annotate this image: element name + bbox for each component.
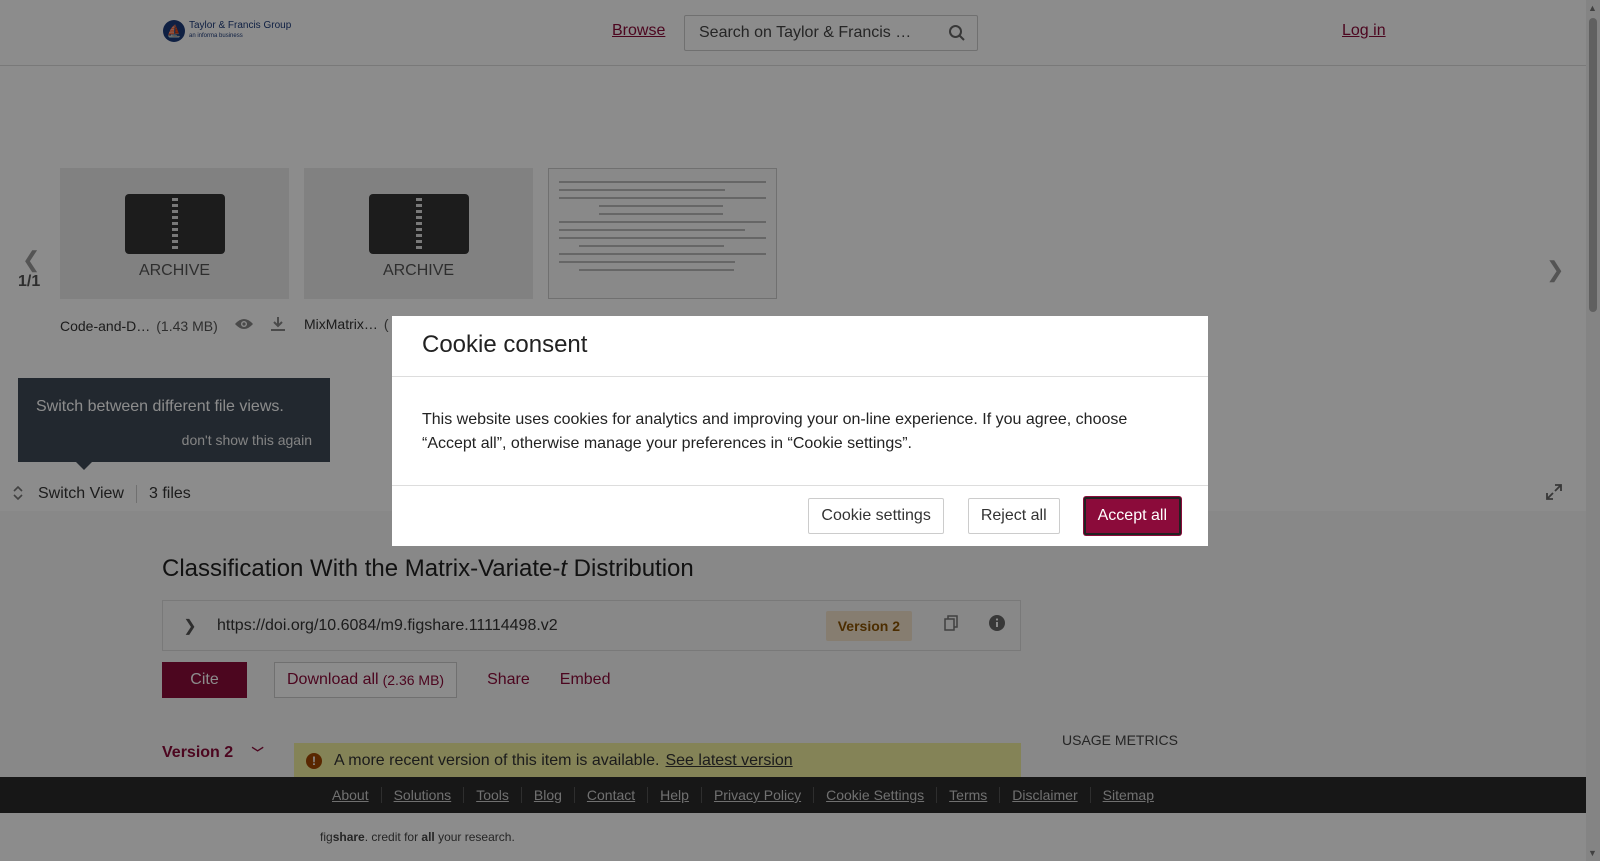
accept-all-button[interactable]: Accept all: [1083, 497, 1181, 535]
dialog-title: Cookie consent: [392, 316, 1208, 377]
reject-all-button[interactable]: Reject all: [967, 498, 1060, 534]
cookie-settings-button[interactable]: Cookie settings: [808, 498, 944, 534]
dialog-body: This website uses cookies for analytics …: [392, 377, 1208, 486]
modal-backdrop: Cookie consent This website uses cookies…: [0, 0, 1600, 861]
cookie-consent-dialog: Cookie consent This website uses cookies…: [392, 316, 1208, 546]
dialog-actions: Cookie settings Reject all Accept all: [392, 486, 1208, 546]
